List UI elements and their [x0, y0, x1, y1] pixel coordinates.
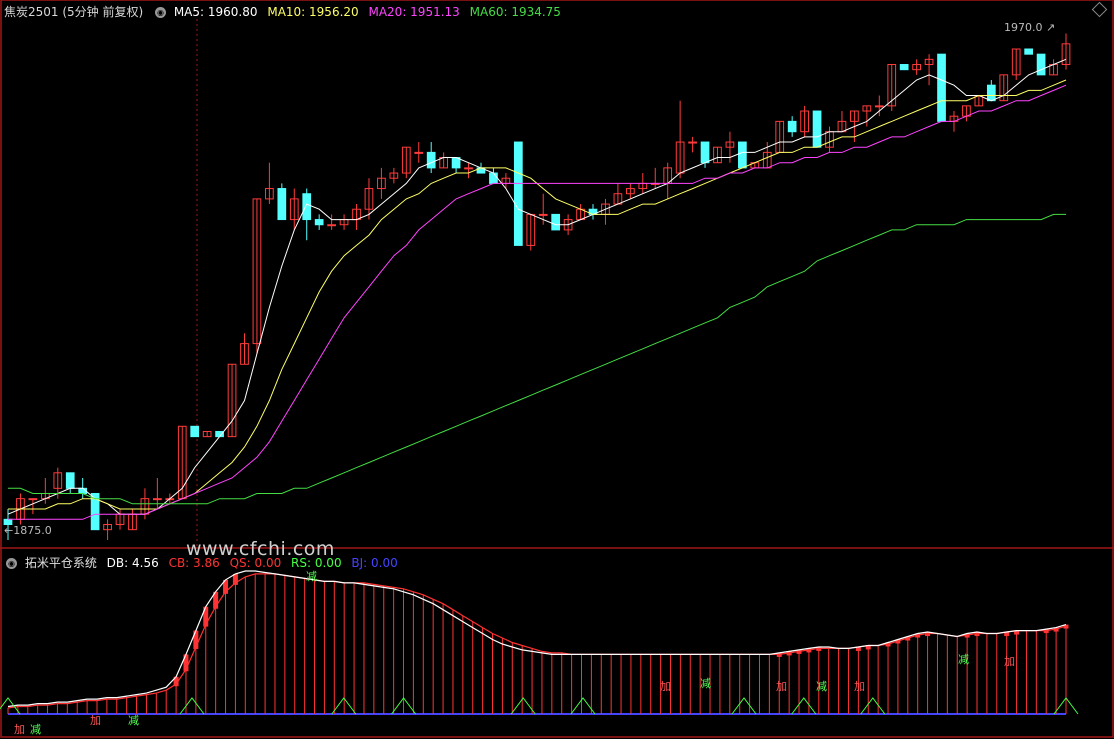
candle-body [787, 120, 797, 133]
settings-circle-icon[interactable]: ◉ [155, 7, 166, 18]
candle-body [513, 141, 523, 246]
symbol-title[interactable]: 焦炭2501 (5分钟 前复权) [4, 5, 143, 19]
candle-body [464, 167, 473, 170]
candle-body [426, 151, 436, 169]
candle-body [738, 141, 747, 169]
indicator-chart: 加减加 减减加减加减加减加 [0, 570, 1079, 736]
add-signal-label: 加 [776, 680, 787, 693]
low-arrow-icon: ← [4, 524, 14, 537]
db-label: DB: 4.56 [106, 556, 159, 570]
candle-body [277, 188, 287, 221]
price-chart [3, 33, 1071, 540]
candle-body [899, 64, 909, 71]
candle-body [489, 172, 498, 184]
reduce-signal-label: 减 [816, 680, 827, 693]
signal-triangle [791, 697, 817, 715]
ma-line-ma20 [8, 84, 1067, 520]
ma20-label: MA20: 1951.13 [368, 5, 460, 19]
candle-body [538, 213, 548, 216]
candle-body [65, 472, 75, 489]
reduce-signal-label: 减 [958, 653, 969, 666]
ma60-label: MA60: 1934.75 [469, 5, 561, 19]
add-signal-label: 加 [660, 680, 671, 693]
candle-body [327, 224, 336, 227]
candle-body [28, 498, 38, 501]
add-signal-label: 加 [90, 714, 101, 727]
watermark: www.cfchi.com [186, 538, 335, 560]
candle-body [812, 110, 822, 148]
ma10-label: MA10: 1956.20 [267, 5, 359, 19]
candle-body [190, 425, 200, 438]
ma-line-ma60 [8, 213, 1066, 505]
candle-body [688, 141, 697, 144]
low-price-label: ←1875.0 [4, 524, 52, 537]
ma-line-ma10 [8, 79, 1067, 510]
candle-body [314, 219, 324, 226]
signal-triangle [731, 697, 757, 715]
candle-body [986, 84, 996, 102]
main-chart-header: 焦炭2501 (5分钟 前复权) ◉ MA5: 1960.80 MA10: 19… [4, 3, 567, 20]
candle-body [153, 498, 162, 501]
high-price-label: 1970.0 ↗ [1004, 21, 1055, 34]
indicator-name[interactable]: 拓米平仓系统 [25, 556, 97, 570]
candle-body [1036, 53, 1046, 76]
chart-frame: 加减加 减减加减加减加减加 [0, 0, 1114, 738]
candle-body [302, 193, 312, 221]
ma5-label: MA5: 1960.80 [173, 5, 258, 19]
candle-body [1024, 48, 1034, 55]
reduce-signal-label: 减 [128, 714, 139, 727]
low-price-text: 1875.0 [13, 524, 52, 537]
candle-body [414, 151, 424, 154]
signal-triangle [179, 697, 205, 715]
high-price-text: 1970.0 [1004, 21, 1043, 34]
add-signal-label: 加 [14, 723, 25, 736]
high-arrow-icon: ↗ [1046, 21, 1056, 34]
candle-body [700, 141, 710, 164]
signal-triangle [860, 697, 886, 715]
bj-label: BJ: 0.00 [351, 556, 398, 570]
candle-body [937, 53, 946, 122]
reduce-signal-label: 减 [306, 570, 317, 583]
add-signal-label: 加 [1004, 655, 1015, 668]
ma-line-ma5 [7, 58, 1067, 515]
reduce-signal-label: 减 [30, 723, 41, 736]
candle-body [874, 105, 884, 108]
indicator-circle-icon[interactable]: ◉ [6, 558, 17, 569]
candle-body [551, 213, 561, 231]
reduce-signal-label: 减 [700, 677, 711, 690]
add-signal-label: 加 [854, 680, 865, 693]
